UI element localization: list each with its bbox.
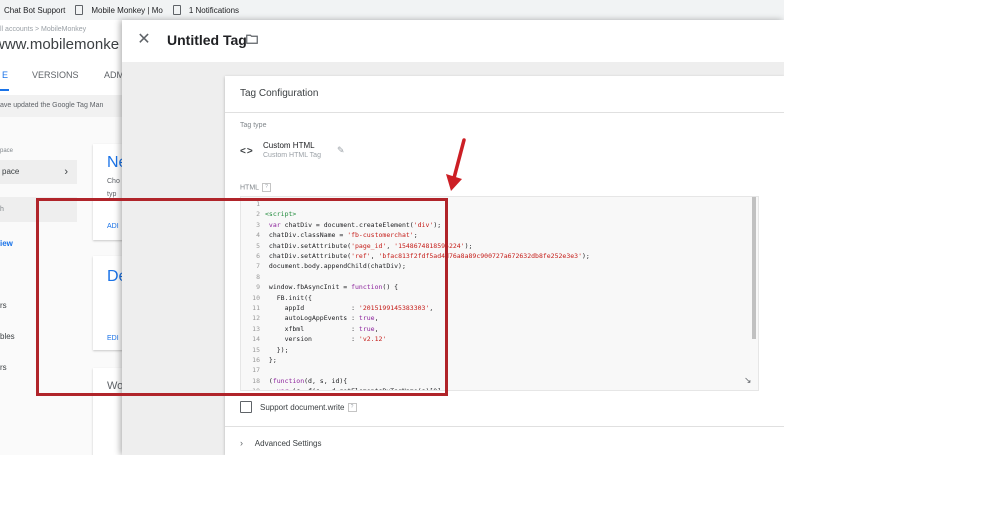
tab-admin[interactable]: ADM [104,70,122,80]
active-tab-indicator [0,89,9,91]
divider [225,426,784,427]
tag-type-subtitle: Custom HTML Tag [263,152,321,159]
help-icon[interactable]: ? [347,402,357,412]
folder-icon[interactable] [246,34,258,44]
chevron-right-icon: › [64,166,68,178]
close-icon[interactable]: ✕ [134,30,154,50]
bookmark-notifications[interactable]: 1 Notifications [189,6,239,15]
workspace-selector-value: pace [2,167,20,176]
bookmarks-bar: Chat Bot Support Mobile Monkey | Mo 1 No… [0,0,784,21]
breadcrumb[interactable]: ll accounts > MobileMonkey [0,26,86,33]
search-text: h [0,206,4,213]
workspace-selector[interactable]: pace › [0,160,77,184]
annotation-arrow-icon [446,138,466,191]
support-document-write-checkbox[interactable] [240,401,252,413]
resize-handle-icon[interactable]: ↘ [744,375,752,386]
chevron-right-icon: › [240,438,243,448]
nav-item-overview[interactable]: iew [0,239,13,248]
scrollbar[interactable] [752,197,756,339]
bookmark-label: Chat Bot Support [4,5,66,15]
tag-type-name[interactable]: Custom HTML [263,141,315,150]
pencil-icon[interactable]: ✎ [337,145,345,156]
card-text: Cho [107,178,120,185]
advanced-settings-label: Advanced Settings [254,439,322,448]
section-title: Tag Configuration [240,88,319,99]
divider [225,112,784,113]
tag-name[interactable]: Untitled Tag [167,32,247,48]
page-icon [172,5,181,15]
advanced-settings-toggle[interactable]: › Advanced Settings [240,438,322,448]
nav-item-folders[interactable]: rs [0,363,7,372]
bookmark-label: 1 Notifications [188,5,240,15]
annotation-highlight-box [36,198,448,396]
support-document-write-option[interactable]: Support document.write? [240,401,357,413]
code-brackets-icon: <> [240,146,254,157]
tab-versions[interactable]: VERSIONS [32,70,79,80]
bookmark-label: Mobile Monkey | Mo [91,5,163,15]
container-name: www.mobilemonke [0,36,120,53]
tab-workspace[interactable]: E [2,70,8,80]
update-notice: ave updated the Google Tag Man [0,95,122,117]
nav-item-triggers[interactable]: rs [0,301,7,310]
card-text: typ [107,191,117,198]
bookmark-chat-bot-support[interactable]: Chat Bot Support [4,6,65,15]
help-icon[interactable]: ? [262,183,272,192]
panel-header: ✕ Untitled Tag [122,20,784,62]
workspace-label: pace [0,148,14,154]
nav-item-variables[interactable]: bles [0,332,15,341]
html-label-text: HTML [240,184,260,192]
card-heading: Ne [107,154,122,171]
support-document-write-label: Support document.write [260,402,345,412]
page-icon [75,5,84,15]
html-label: HTML? [240,183,272,192]
tag-type-label: Tag type [240,122,267,129]
bookmark-mobile-monkey[interactable]: Mobile Monkey | Mo [91,6,162,15]
